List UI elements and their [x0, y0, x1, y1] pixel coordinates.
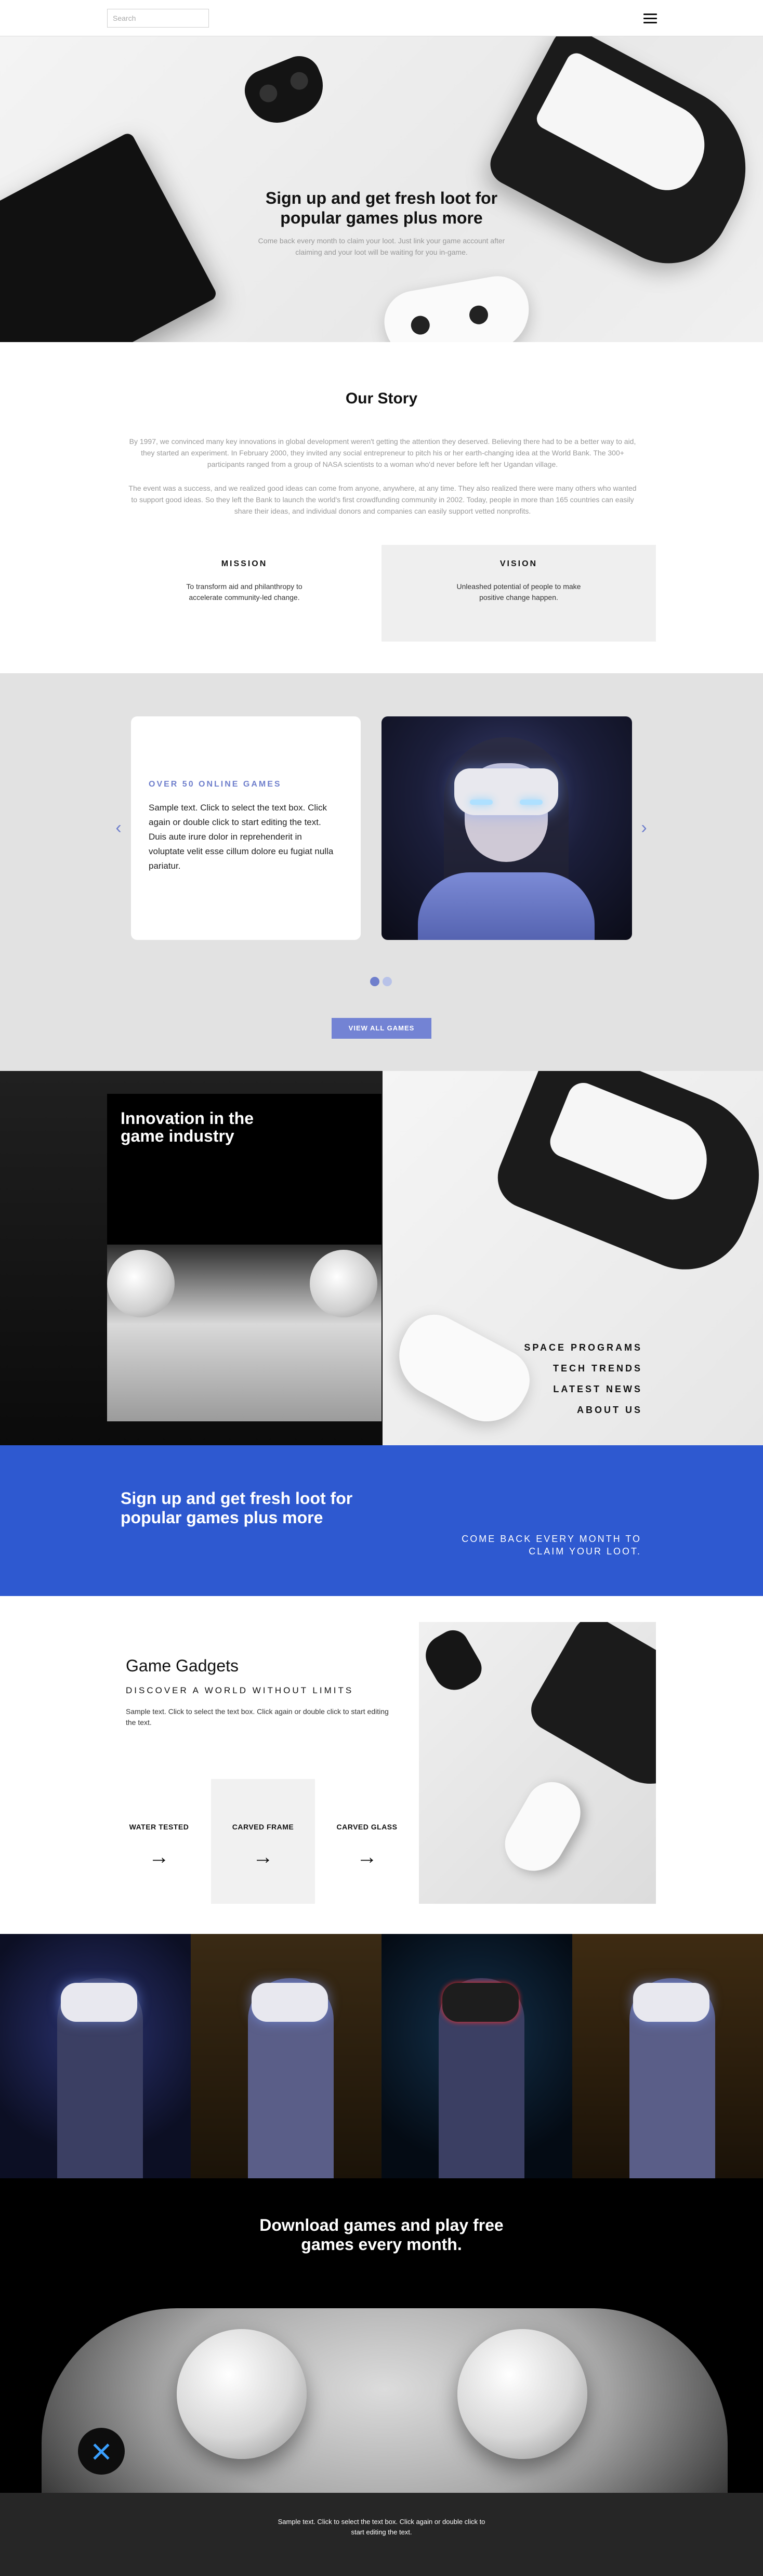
banner-title: Sign up and get fresh loot for popular g… [121, 1489, 353, 1527]
gadgets-kicker: DISCOVER A WORLD WITHOUT LIMITS [126, 1685, 354, 1695]
white-gamepad-image [379, 271, 536, 342]
photo-gallery [0, 1934, 763, 2178]
banner-subtitle: COME BACK EVERY MONTH TO CLAIM YOUR LOOT… [462, 1534, 641, 1557]
carousel-dot[interactable] [370, 977, 379, 986]
story-section: Our Story By 1997, we convinced many key… [0, 342, 763, 673]
games-carousel-section: ‹ OVER 50 ONLINE GAMES Sample text. Clic… [0, 673, 763, 1071]
hero-title: Sign up and get fresh loot for popular g… [265, 189, 498, 227]
innovation-title: Innovation in the game industry [121, 1109, 254, 1145]
site-footer: Sample text. Click to select the text bo… [0, 2493, 763, 2576]
feature-label: CARVED GLASS [336, 1823, 398, 1831]
gadgets-image [419, 1622, 656, 1904]
gallery-photo [382, 1934, 572, 2178]
mission-card: MISSION To transform aid and philanthrop… [107, 545, 382, 642]
site-header [0, 0, 763, 36]
hero-text: Sign up and get fresh loot for popular g… [0, 188, 763, 258]
feature-label: CARVED FRAME [232, 1823, 294, 1831]
arrow-right-icon[interactable]: → [211, 1847, 315, 1867]
carousel-prev-icon[interactable]: ‹ [111, 819, 126, 836]
carousel-next-icon[interactable]: › [636, 819, 652, 836]
vision-title: VISION [499, 559, 538, 568]
mission-text: To transform aid and philanthropy to acc… [186, 582, 302, 601]
search-box[interactable] [107, 9, 209, 28]
gallery-photo [572, 1934, 763, 2178]
gallery-photo [191, 1934, 382, 2178]
download-title: Download games and play free games every… [259, 2216, 504, 2254]
download-section: × Download games and play free games eve… [0, 2178, 763, 2493]
story-title: Our Story [345, 390, 418, 407]
link-about-us[interactable]: ABOUT US [524, 1400, 642, 1420]
link-space-programs[interactable]: SPACE PROGRAMS [524, 1337, 642, 1358]
gamepad-image [238, 49, 333, 133]
x-button-icon: × [78, 2428, 125, 2475]
gadgets-text: Sample text. Click to select the text bo… [126, 1707, 389, 1727]
story-paragraph: The event was a success, and we realized… [128, 484, 637, 515]
gadgets-section: Game Gadgets DISCOVER A WORLD WITHOUT LI… [0, 1596, 763, 1934]
hero-subtitle: Come back every month to claim your loot… [258, 237, 505, 256]
footer-text: Sample text. Click to select the text bo… [278, 2518, 485, 2536]
controller-image [42, 2308, 728, 2493]
vision-text: Unleashed potential of people to make po… [456, 582, 581, 601]
hero-section: Sign up and get fresh loot for popular g… [0, 36, 763, 342]
carousel-body-text: Sample text. Click to select the text bo… [149, 803, 334, 871]
arrow-right-icon[interactable]: → [315, 1847, 419, 1867]
thumbstick-image [457, 2329, 587, 2459]
feature-label: WATER TESTED [129, 1823, 189, 1831]
thumbstick-image [177, 2329, 307, 2459]
feature-carved-glass[interactable]: CARVED GLASS → [315, 1779, 419, 1904]
innovation-section: Innovation in the game industry SPACE PR… [0, 1071, 763, 1445]
link-tech-trends[interactable]: TECH TRENDS [524, 1358, 642, 1379]
view-all-games-button[interactable]: VIEW ALL GAMES [332, 1018, 431, 1039]
arrow-right-icon[interactable]: → [107, 1847, 211, 1867]
signup-banner: Sign up and get fresh loot for popular g… [0, 1445, 763, 1596]
link-latest-news[interactable]: LATEST NEWS [524, 1379, 642, 1400]
carousel-text-card: OVER 50 ONLINE GAMES Sample text. Click … [131, 716, 361, 940]
innovation-card: Innovation in the game industry [107, 1094, 382, 1421]
vision-card: VISION Unleashed potential of people to … [382, 545, 656, 642]
innovation-links: SPACE PROGRAMS TECH TRENDS LATEST NEWS A… [524, 1337, 642, 1420]
search-input[interactable] [113, 14, 207, 22]
feature-carved-frame[interactable]: CARVED FRAME → [211, 1779, 315, 1904]
carousel-dot[interactable] [383, 977, 392, 986]
mission-title: MISSION [221, 559, 268, 568]
menu-icon[interactable] [643, 11, 657, 25]
vr-girl-image [382, 716, 632, 940]
carousel-indicators [370, 977, 392, 986]
gallery-photo [0, 1934, 191, 2178]
gadgets-title: Game Gadgets [126, 1656, 239, 1675]
carousel-kicker: OVER 50 ONLINE GAMES [149, 780, 282, 789]
feature-water-tested[interactable]: WATER TESTED → [107, 1779, 211, 1904]
controller-closeup-image [107, 1245, 382, 1421]
story-paragraph: By 1997, we convinced many key innovatio… [129, 437, 636, 468]
page: Sign up and get fresh loot for popular g… [0, 0, 763, 2576]
